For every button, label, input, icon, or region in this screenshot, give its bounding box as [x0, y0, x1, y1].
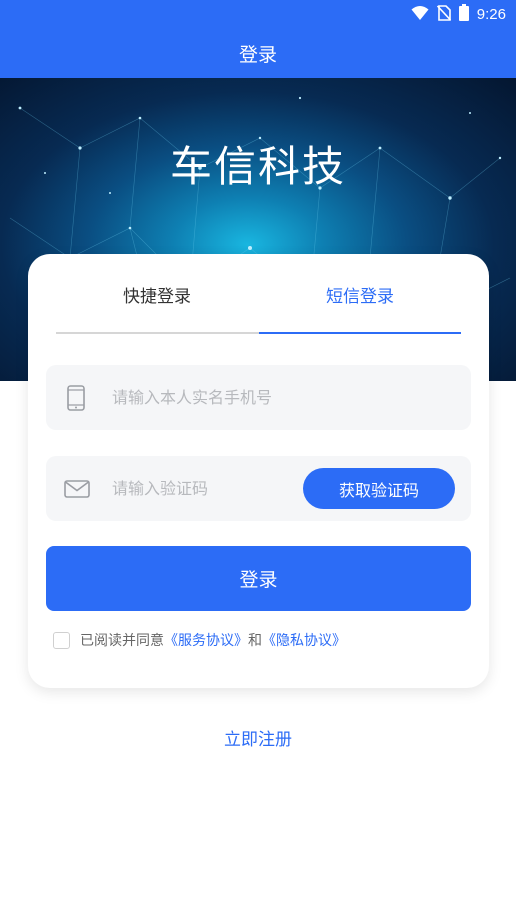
- no-sim-icon: [436, 4, 451, 25]
- agreement-checkbox[interactable]: [53, 631, 70, 649]
- tab-quick-login[interactable]: 快捷登录: [56, 276, 258, 334]
- service-agreement-link[interactable]: 《服务协议》: [164, 630, 248, 650]
- battery-icon: [458, 4, 469, 25]
- status-icons: 9:26: [411, 4, 506, 25]
- status-time: 9:26: [476, 6, 506, 23]
- agreement-and: 和: [248, 633, 262, 649]
- get-code-button[interactable]: 获取验证码: [303, 468, 455, 509]
- wifi-icon: [411, 5, 429, 25]
- tab-sms-login[interactable]: 短信登录: [259, 276, 461, 334]
- app-brand-title: 车信科技: [169, 142, 346, 191]
- login-card: 快捷登录 短信登录 获取验证码 登录 已阅读并同意 《服务协议》 和 《隐私协议…: [28, 254, 489, 688]
- agreement-row: 已阅读并同意 《服务协议》 和 《隐私协议》: [53, 629, 346, 651]
- page-title: 登录: [0, 28, 516, 78]
- mail-icon: [64, 476, 90, 502]
- privacy-policy-link[interactable]: 《隐私协议》: [262, 630, 346, 650]
- verification-code-input[interactable]: [112, 456, 292, 521]
- phone-field: [46, 365, 471, 430]
- agreement-prefix: 已阅读并同意: [80, 633, 164, 649]
- register-link[interactable]: 立即注册: [0, 725, 516, 750]
- phone-input[interactable]: [112, 365, 452, 430]
- tab-active-indicator: [259, 332, 461, 334]
- code-field: 获取验证码: [46, 456, 471, 521]
- phone-icon: [64, 385, 88, 411]
- login-tabs: 快捷登录 短信登录: [56, 276, 461, 334]
- status-bar: 9:26: [0, 0, 516, 28]
- login-button[interactable]: 登录: [46, 546, 471, 611]
